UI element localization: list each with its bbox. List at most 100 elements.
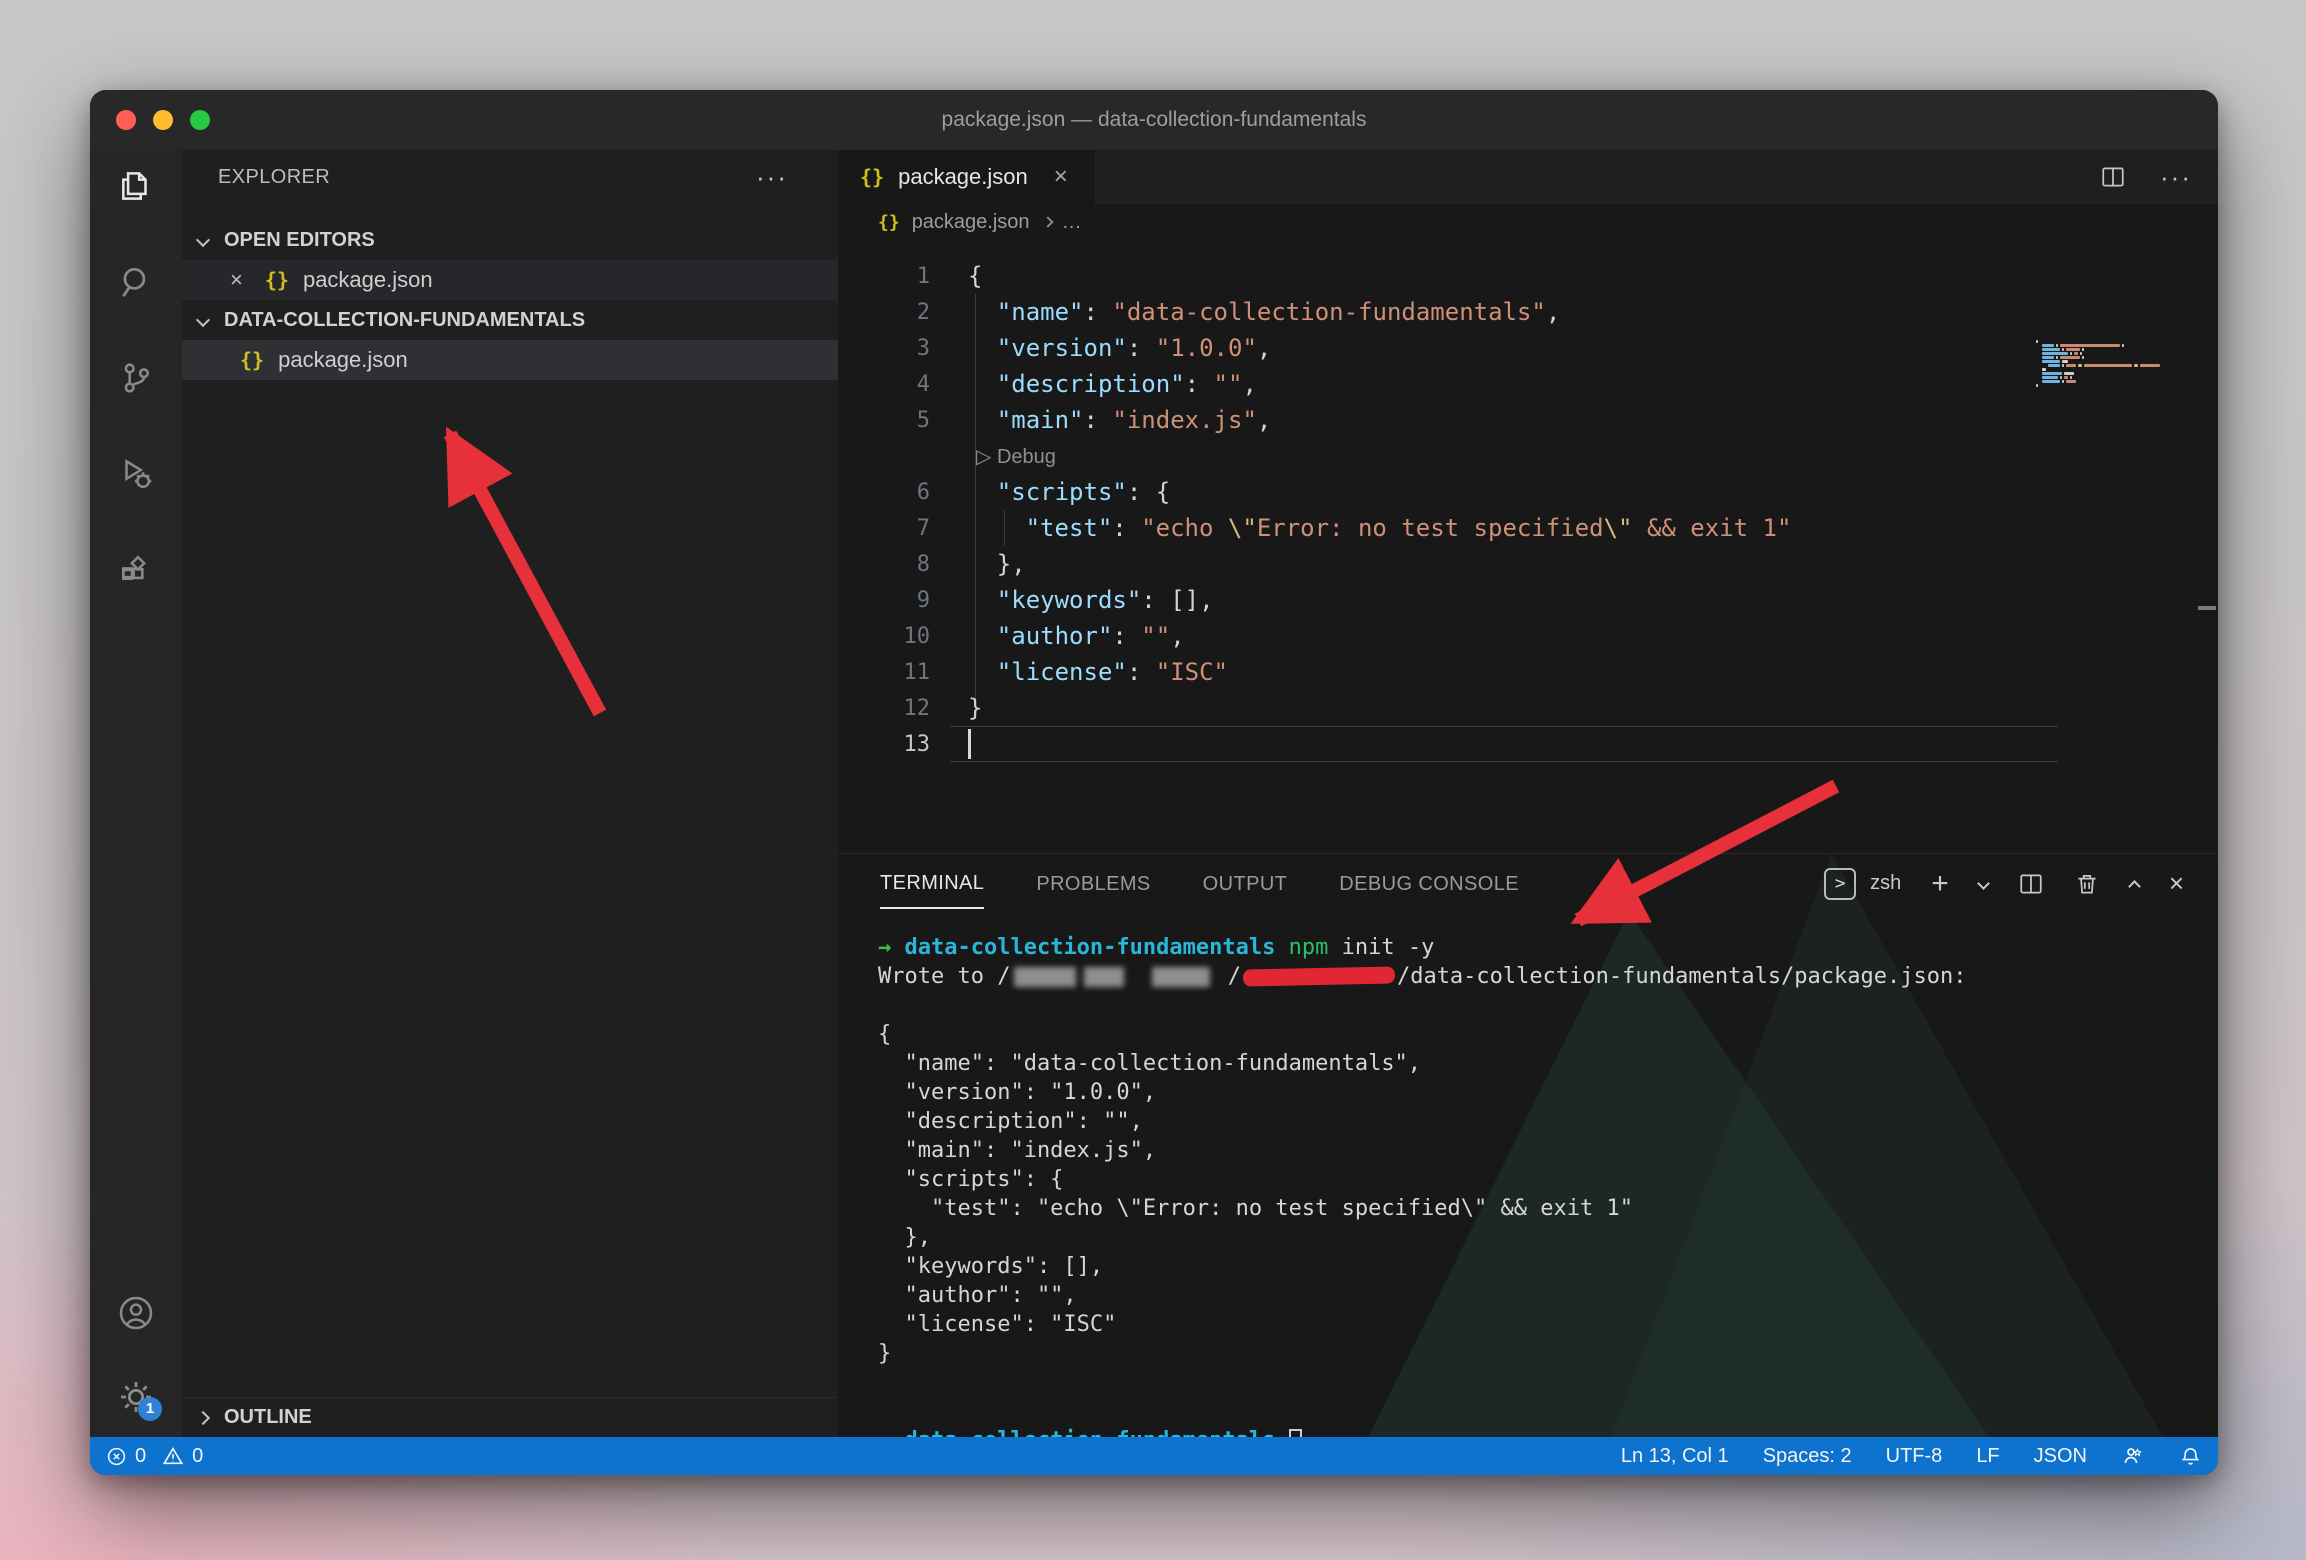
window-title: package.json — data-collection-fundament…: [90, 90, 2218, 150]
explorer-title: EXPLORER: [218, 166, 330, 189]
breadcrumb-more[interactable]: …: [1062, 211, 1082, 234]
tree-item-package-json[interactable]: {} package.json: [182, 340, 838, 380]
tab-package-json[interactable]: {} package.json ×: [838, 150, 1094, 204]
split-editor-icon[interactable]: [2100, 164, 2126, 190]
indentation-status[interactable]: Spaces: 2: [1763, 1445, 1852, 1468]
terminal-line: {: [878, 1020, 2218, 1049]
code-line: 2"name": "data-collection-fundamentals",: [838, 294, 2218, 330]
eol-status[interactable]: LF: [1976, 1445, 1999, 1468]
redacted-scribble: [1243, 966, 1395, 986]
terminal-line: [878, 991, 2218, 1020]
title-bar: package.json — data-collection-fundament…: [90, 90, 2218, 150]
code-editor[interactable]: 1{2"name": "data-collection-fundamentals…: [838, 240, 2218, 853]
open-editor-item-package-json[interactable]: × {} package.json: [182, 260, 838, 300]
code-line: 7"test": "echo \"Error: no test specifie…: [838, 510, 2218, 546]
json-file-icon: {}: [878, 212, 900, 233]
folder-section-header[interactable]: DATA-COLLECTION-FUNDAMENTALS: [182, 300, 838, 340]
code-line: 12}: [838, 690, 2218, 726]
redacted-blur: [1014, 967, 1076, 987]
redacted-blur: [1084, 967, 1124, 987]
vscode-window: package.json — data-collection-fundament…: [90, 90, 2218, 1475]
shell-name: zsh: [1870, 872, 1901, 895]
code-line: 6"scripts": {: [838, 474, 2218, 510]
outline-section-header[interactable]: OUTLINE: [182, 1397, 838, 1437]
settings-gear-icon[interactable]: 1: [114, 1375, 158, 1419]
terminal-line: "keywords": [],: [878, 1252, 2218, 1281]
code-line: 5"main": "index.js",: [838, 402, 2218, 438]
panel-tab-terminal[interactable]: TERMINAL: [880, 858, 984, 909]
extensions-icon[interactable]: [114, 548, 158, 592]
source-control-icon[interactable]: [114, 356, 158, 400]
minimap-line: [2036, 388, 2196, 392]
language-mode-status[interactable]: JSON: [2034, 1445, 2087, 1468]
breadcrumb[interactable]: {} package.json …: [838, 204, 2218, 240]
json-file-icon: {}: [240, 348, 264, 372]
explorer-sidebar: EXPLORER ··· OPEN EDITORS × {} package.j…: [182, 150, 838, 1437]
terminal-dropdown-icon[interactable]: [1977, 877, 1990, 890]
panel-tab-problems[interactable]: PROBLEMS: [1036, 859, 1150, 908]
terminal-line: "main": "index.js",: [878, 1136, 2218, 1165]
status-bar: 0 0 Ln 13, Col 1 Spaces: 2 UTF-8 LF JSON: [90, 1437, 2218, 1475]
tree-item-label: package.json: [278, 347, 408, 373]
settings-badge: 1: [138, 1397, 162, 1421]
split-terminal-icon[interactable]: [2018, 871, 2044, 897]
kill-terminal-trash-icon[interactable]: [2074, 871, 2100, 897]
code-line: 10"author": "",: [838, 618, 2218, 654]
close-editor-icon[interactable]: ×: [230, 267, 243, 293]
run-debug-icon[interactable]: [114, 452, 158, 496]
json-file-icon: {}: [265, 268, 289, 292]
panel-tab-output[interactable]: OUTPUT: [1203, 859, 1288, 908]
terminal-line: → data-collection-fundamentals: [878, 1426, 2218, 1437]
open-editors-section-header[interactable]: OPEN EDITORS: [182, 220, 838, 260]
code-line: 4"description": "",: [838, 366, 2218, 402]
chevron-down-icon: [196, 233, 210, 247]
terminal-shell-icon: >: [1824, 868, 1856, 900]
terminal-line: "description": "",: [878, 1107, 2218, 1136]
new-terminal-icon[interactable]: +: [1931, 867, 1949, 901]
problems-status[interactable]: 0 0: [106, 1445, 203, 1468]
editor-more-actions-icon[interactable]: ···: [2160, 162, 2192, 193]
panel-actions: > zsh + ×: [1824, 854, 2184, 913]
tab-close-icon[interactable]: ×: [1054, 163, 1068, 191]
terminal-line: Wrote to / //data-collection-fundamental…: [878, 962, 2218, 991]
search-icon[interactable]: [114, 260, 158, 304]
terminal-output[interactable]: → data-collection-fundamentals npm init …: [838, 913, 2218, 1437]
explorer-more-actions-icon[interactable]: ···: [756, 162, 788, 193]
terminal-line: "version": "1.0.0",: [878, 1078, 2218, 1107]
code-line: 9"keywords": [],: [838, 582, 2218, 618]
terminal-line: "author": "",: [878, 1281, 2218, 1310]
breadcrumb-file[interactable]: package.json: [912, 211, 1030, 234]
chevron-right-icon: [1042, 216, 1053, 227]
minimap[interactable]: [2036, 340, 2196, 392]
terminal-line: "license": "ISC": [878, 1310, 2218, 1339]
maximize-panel-icon[interactable]: [2128, 880, 2141, 893]
warnings-icon: [162, 1445, 184, 1467]
codelens-row: ▷ Debug: [838, 438, 2218, 474]
terminal-line: [878, 1397, 2218, 1426]
feedback-icon[interactable]: [2121, 1444, 2145, 1468]
activity-bar: 1: [90, 150, 182, 1437]
panel-tab-debug-console[interactable]: DEBUG CONSOLE: [1339, 859, 1519, 908]
code-line: 3"version": "1.0.0",: [838, 330, 2218, 366]
overview-ruler-cursor-mark: [2198, 606, 2216, 610]
terminal-line: "name": "data-collection-fundamentals",: [878, 1049, 2218, 1078]
terminal-line: },: [878, 1223, 2218, 1252]
terminal-line: [878, 1368, 2218, 1397]
notifications-bell-icon[interactable]: [2179, 1445, 2202, 1468]
open-editor-label: package.json: [303, 267, 433, 293]
explorer-icon[interactable]: [114, 164, 158, 208]
code-line: 1{: [838, 258, 2218, 294]
encoding-status[interactable]: UTF-8: [1886, 1445, 1943, 1468]
account-icon[interactable]: [114, 1291, 158, 1335]
cursor-position-status[interactable]: Ln 13, Col 1: [1621, 1445, 1729, 1468]
code-line: 8},: [838, 546, 2218, 582]
current-line-highlight: [950, 726, 2058, 762]
terminal-line: }: [878, 1339, 2218, 1368]
json-file-icon: {}: [860, 165, 884, 189]
close-panel-icon[interactable]: ×: [2169, 868, 2184, 899]
redacted-blur: [1152, 967, 1210, 987]
tab-strip: {} package.json × ···: [838, 150, 2218, 204]
terminal-line: "test": "echo \"Error: no test specified…: [878, 1194, 2218, 1223]
editor-code-lines: 1{2"name": "data-collection-fundamentals…: [838, 258, 2218, 762]
terminal-line: → data-collection-fundamentals npm init …: [878, 933, 2218, 962]
